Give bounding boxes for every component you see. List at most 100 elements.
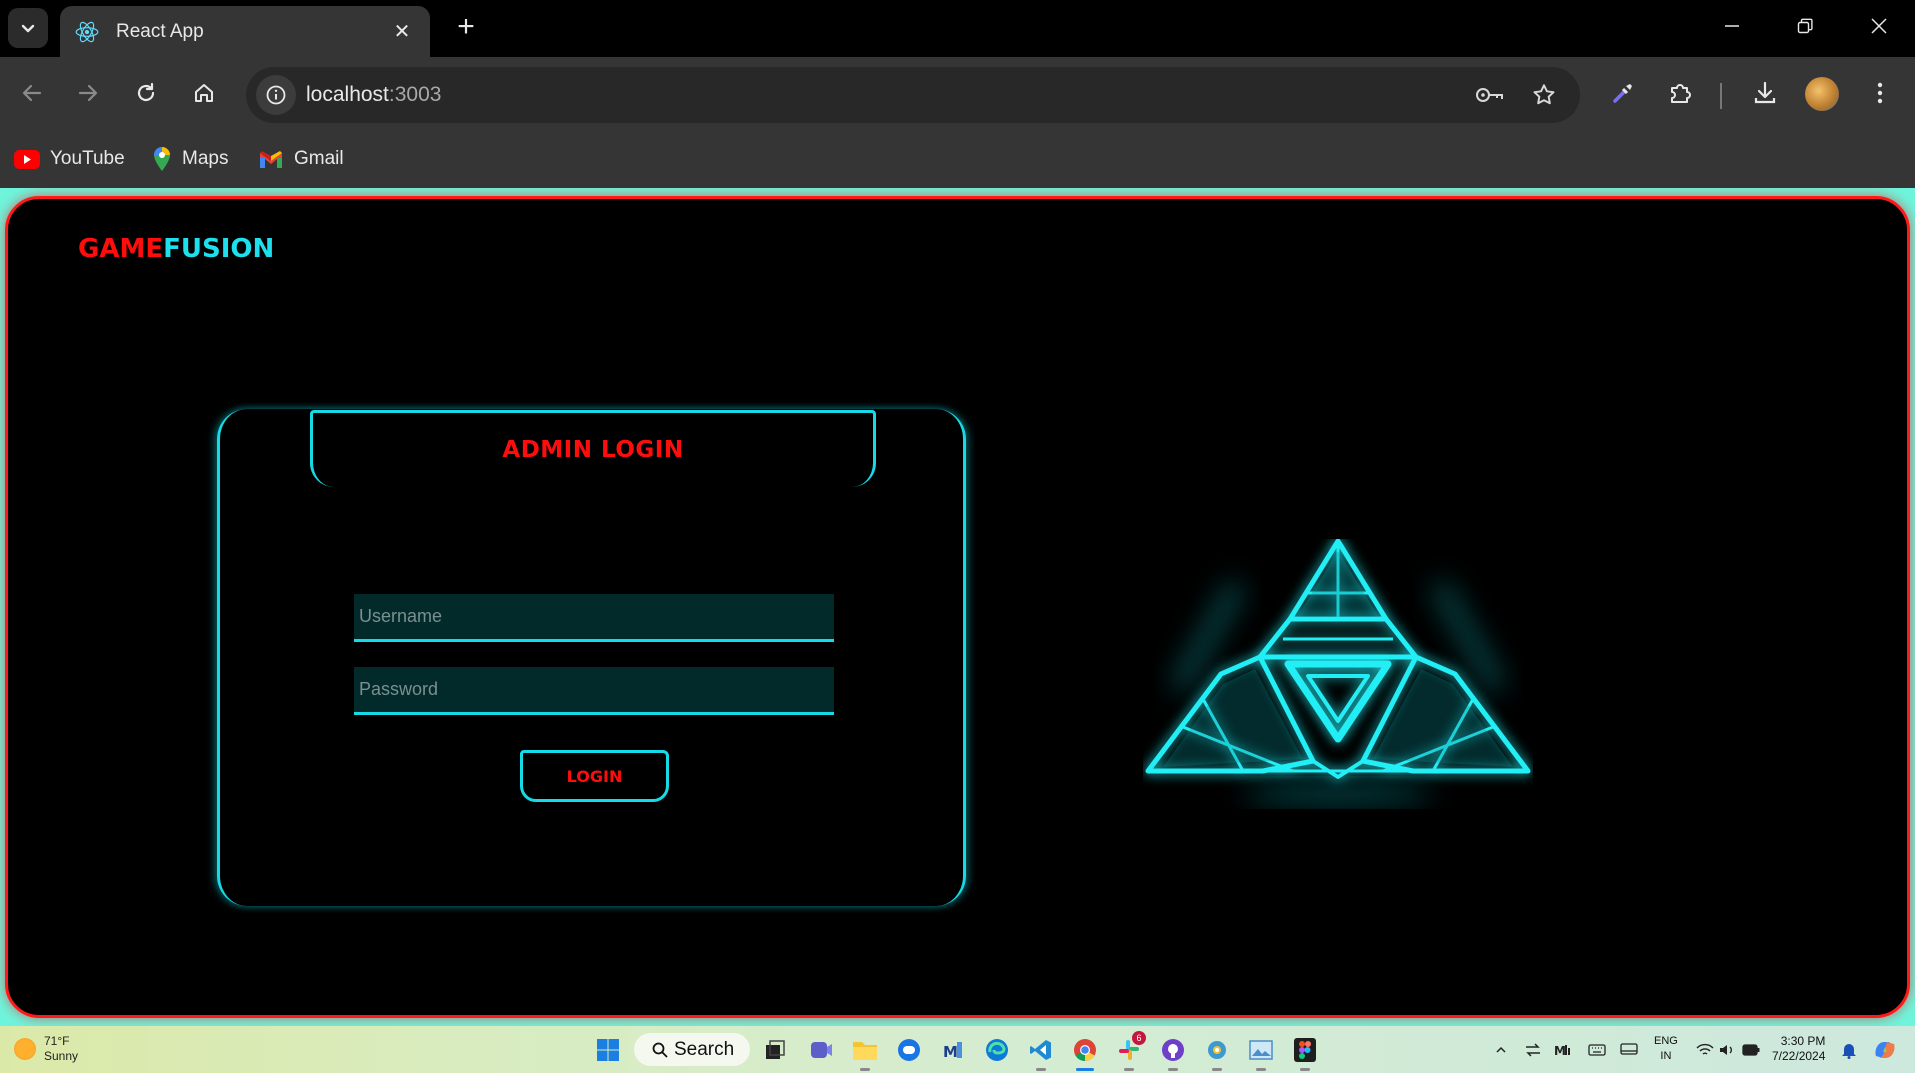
task-view-button[interactable]	[760, 1035, 790, 1065]
chevron-down-icon	[21, 24, 35, 33]
close-tab-icon[interactable]: ✕	[388, 19, 416, 44]
bookmark-label: Maps	[182, 148, 229, 169]
bookmark-youtube[interactable]: YouTube	[14, 143, 125, 175]
home-button[interactable]	[184, 73, 224, 113]
toolbar-separator	[1720, 83, 1722, 109]
notification-badge: 6	[1132, 1031, 1146, 1045]
search-label: Search	[674, 1038, 735, 1060]
site-info-button[interactable]	[256, 75, 296, 115]
extensions-button[interactable]	[1660, 73, 1700, 113]
browser-menu-button[interactable]	[1860, 73, 1900, 113]
react-icon	[75, 21, 99, 42]
keyboard-tray-icon[interactable]	[1582, 1035, 1612, 1065]
username-input[interactable]	[354, 594, 834, 642]
folder-icon	[853, 1042, 877, 1060]
battery-status[interactable]	[1736, 1035, 1766, 1065]
svg-text:M: M	[943, 1043, 958, 1061]
minimize-icon	[1724, 25, 1739, 27]
tab-title: React App	[116, 20, 204, 42]
login-button[interactable]: LOGIN	[520, 750, 669, 802]
teams-icon	[811, 1042, 832, 1058]
notifications-button[interactable]	[1834, 1035, 1864, 1065]
running-indicator	[860, 1068, 870, 1071]
sync-tray-icon[interactable]	[1518, 1035, 1548, 1065]
language-region: IN	[1660, 1050, 1672, 1062]
vscode-app[interactable]	[1026, 1035, 1056, 1065]
edge-app[interactable]	[982, 1035, 1012, 1065]
windows-taskbar: 71°F Sunny Search M 6 M ENG IN 3:30 PM 7…	[0, 1026, 1915, 1073]
battery-icon	[1742, 1044, 1760, 1056]
gear-icon	[1208, 1041, 1226, 1059]
system-clock[interactable]: 3:30 PM 7/22/2024	[1772, 1034, 1825, 1064]
chrome-app[interactable]	[1070, 1035, 1100, 1065]
login-title: ADMIN LOGIN	[502, 437, 684, 463]
gmail-icon	[260, 150, 282, 168]
slack-app[interactable]: 6	[1114, 1031, 1146, 1065]
login-header: ADMIN LOGIN	[310, 410, 876, 487]
start-button[interactable]	[593, 1035, 623, 1065]
copilot-icon	[1875, 1042, 1895, 1058]
copilot-button[interactable]	[1870, 1035, 1900, 1065]
minimize-button[interactable]	[1695, 0, 1768, 52]
chevron-up-icon	[1496, 1046, 1506, 1053]
reload-button[interactable]	[126, 73, 166, 113]
bell-icon	[1842, 1044, 1856, 1059]
speaker-icon	[1720, 1045, 1732, 1055]
github-app[interactable]	[1158, 1035, 1188, 1065]
tab-search-button[interactable]	[8, 8, 48, 48]
photos-app[interactable]	[1202, 1035, 1232, 1065]
active-indicator	[1076, 1068, 1094, 1071]
url-port: :3003	[388, 83, 442, 106]
language-code: ENG	[1654, 1035, 1678, 1047]
arrow-left-icon	[22, 84, 42, 102]
bookmark-star-button[interactable]	[1528, 79, 1560, 111]
new-tab-button[interactable]: +	[448, 10, 484, 46]
weather-widget[interactable]: 71°F Sunny	[14, 1034, 78, 1064]
running-indicator	[1036, 1068, 1046, 1071]
forward-button[interactable]	[68, 73, 108, 113]
running-indicator	[1212, 1068, 1222, 1071]
arrow-right-icon	[78, 84, 98, 102]
weather-condition: Sunny	[44, 1049, 79, 1063]
downloads-button[interactable]	[1745, 73, 1785, 113]
sun-icon	[14, 1038, 36, 1060]
chat-icon	[898, 1039, 920, 1061]
meet-tray-icon[interactable]: M	[1548, 1035, 1578, 1065]
keyboard-icon	[1588, 1044, 1606, 1056]
eyedropper-extension-button[interactable]	[1603, 73, 1643, 113]
home-icon	[195, 84, 213, 102]
back-button[interactable]	[12, 73, 52, 113]
reload-icon	[137, 82, 155, 102]
teams-app[interactable]	[806, 1035, 836, 1065]
download-icon	[1754, 81, 1776, 104]
bookmark-maps[interactable]: Maps	[152, 143, 228, 175]
pyramid-emblem-image	[1145, 539, 1531, 804]
password-key-button[interactable]	[1474, 79, 1506, 111]
restore-button[interactable]	[1768, 0, 1841, 52]
address-bar[interactable]: localhost:3003	[246, 67, 1580, 123]
language-indicator[interactable]: ENG IN	[1654, 1034, 1678, 1064]
display-tray-icon[interactable]	[1614, 1035, 1644, 1065]
meter-icon: M	[1554, 1044, 1570, 1057]
vscode-icon	[1030, 1040, 1051, 1060]
site-logo[interactable]: GAMEFUSION	[78, 234, 274, 264]
word-app[interactable]: M	[938, 1035, 968, 1065]
show-hidden-icons-button[interactable]	[1486, 1035, 1516, 1065]
transfer-icon	[1526, 1043, 1540, 1057]
password-input[interactable]	[354, 667, 834, 715]
file-explorer-app[interactable]	[850, 1035, 880, 1065]
chat-app[interactable]	[894, 1035, 924, 1065]
url-text: localhost:3003	[306, 83, 441, 107]
close-window-button[interactable]	[1842, 0, 1915, 52]
bookmark-gmail[interactable]: Gmail	[258, 143, 344, 175]
bookmark-label: Gmail	[294, 148, 344, 169]
edge-icon	[986, 1039, 1008, 1061]
clock-time: 3:30 PM	[1780, 1034, 1826, 1048]
eyedropper-icon	[1613, 84, 1632, 103]
image-viewer-app[interactable]	[1246, 1035, 1276, 1065]
browser-tab[interactable]: React App ✕	[60, 6, 430, 57]
profile-avatar[interactable]	[1805, 77, 1839, 111]
figma-app[interactable]	[1290, 1035, 1320, 1065]
taskbar-search[interactable]: Search	[634, 1033, 750, 1066]
info-icon	[266, 85, 286, 105]
